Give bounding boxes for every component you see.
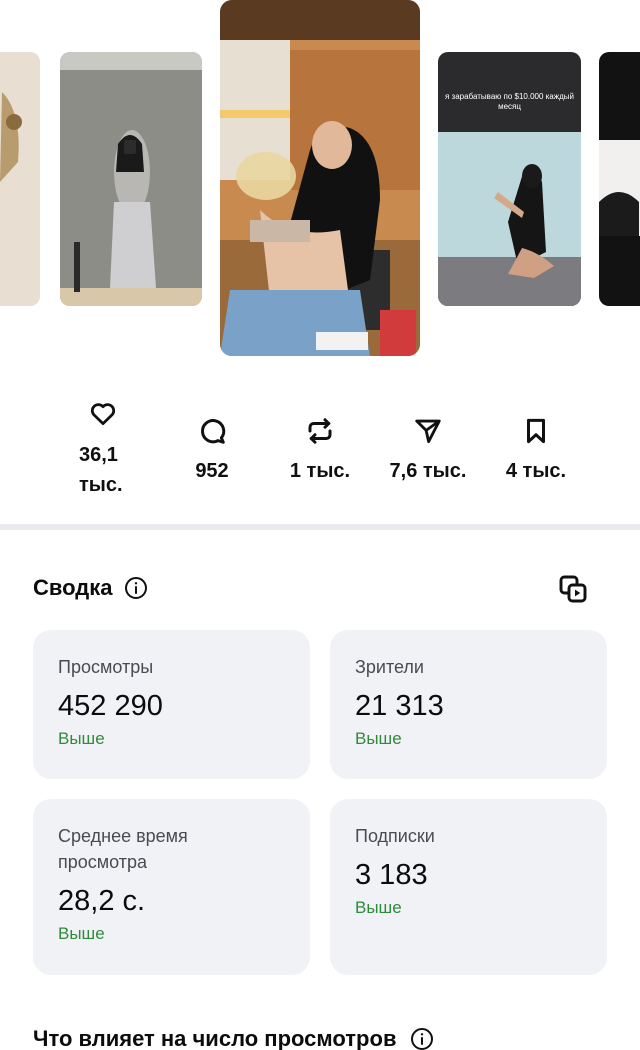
comments-stat[interactable]: 952 [162, 416, 262, 486]
follows-value: 3 183 [355, 859, 428, 891]
follows-card[interactable]: Подписки 3 183 Выше [330, 799, 607, 975]
follows-trend: Выше [355, 898, 402, 917]
follows-label: Подписки [355, 826, 435, 846]
viewers-trend: Выше [355, 729, 402, 748]
reel-thumbnail[interactable] [0, 52, 40, 306]
views-trend: Выше [58, 729, 105, 748]
copy-icon[interactable] [557, 573, 589, 605]
engagement-stats: 36,1 тыс. 952 1 тыс. 7,6 тыс. 4 тыс. [0, 398, 640, 508]
repost-icon [308, 418, 332, 444]
bookmark-icon [527, 418, 545, 444]
comment-icon [201, 419, 226, 444]
views-drivers-title: Что влияет на число просмотров [33, 1026, 397, 1050]
avg-watch-time-value: 28,2 с. [58, 885, 146, 917]
shares-stat[interactable]: 7,6 тыс. [378, 416, 478, 486]
likes-count: 36,1 тыс. [79, 444, 123, 496]
reels-carousel[interactable]: я зарабатываю по $10.000 каждый месяц [0, 0, 640, 370]
reel-thumbnail[interactable]: я зарабатываю по $10.000 каждый месяц [438, 52, 581, 306]
reposts-stat[interactable]: 1 тыс. [270, 416, 370, 486]
send-icon [415, 419, 441, 444]
avg-watch-time-card[interactable]: Среднее время просмотра 28,2 с. Выше [33, 799, 310, 975]
summary-title: Сводка [33, 575, 113, 600]
avg-watch-time-trend: Выше [58, 924, 105, 943]
reel-thumbnail[interactable] [60, 52, 202, 306]
views-label: Просмотры [58, 657, 154, 677]
reel-thumbnail[interactable] [599, 52, 640, 306]
reel-thumbnail-current[interactable] [220, 0, 420, 356]
viewers-label: Зрители [355, 657, 424, 677]
saves-stat[interactable]: 4 тыс. [486, 416, 586, 486]
views-card[interactable]: Просмотры 452 290 Выше [33, 630, 310, 779]
avg-watch-time-label: Среднее время просмотра [58, 826, 188, 872]
info-icon[interactable] [410, 1027, 434, 1050]
reposts-count: 1 тыс. [289, 460, 351, 482]
comments-count: 952 [195, 460, 229, 482]
views-drivers-header: Что влияет на число просмотров [33, 1026, 434, 1050]
info-icon[interactable] [124, 576, 148, 600]
views-value: 452 290 [58, 690, 163, 722]
saves-count: 4 тыс. [505, 460, 567, 482]
shares-count: 7,6 тыс. [389, 460, 467, 482]
likes-stat[interactable]: 36,1 тыс. [53, 398, 153, 500]
reel-caption: я зарабатываю по $10.000 каждый месяц [445, 92, 574, 111]
viewers-card[interactable]: Зрители 21 313 Выше [330, 630, 607, 779]
viewers-value: 21 313 [355, 690, 444, 722]
summary-header: Сводка [33, 573, 148, 603]
heart-icon [90, 403, 116, 425]
